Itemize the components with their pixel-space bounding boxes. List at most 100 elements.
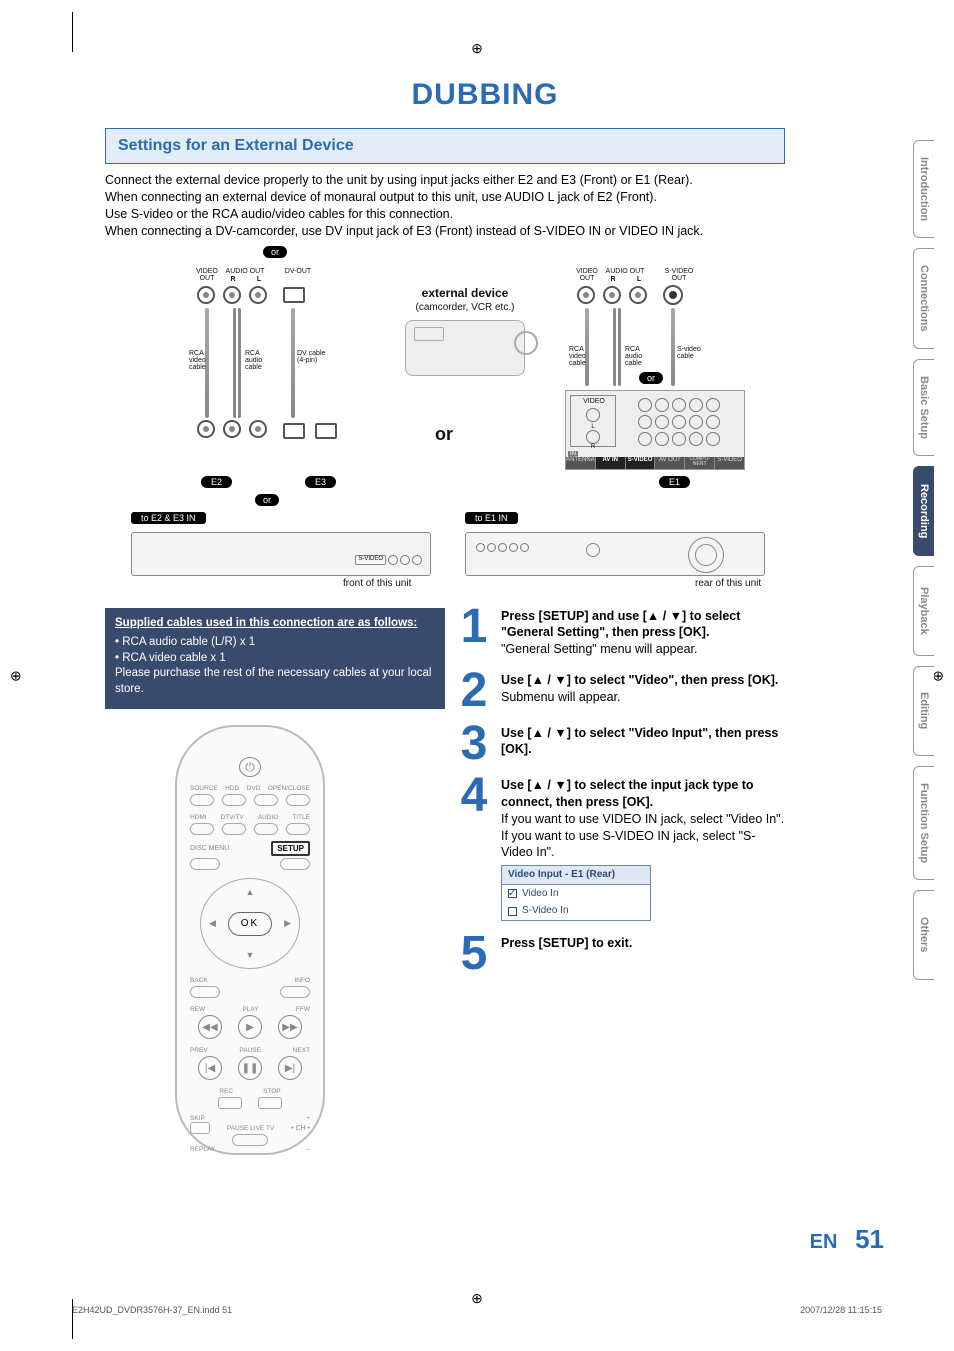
- label-dv-out: DV-OUT: [281, 268, 315, 275]
- step-bold: Use [▲ / ▼] to select the input jack typ…: [501, 778, 754, 809]
- remote-label: PREV: [190, 1047, 208, 1054]
- to-e2e3-tag: to E2 & E3 IN: [131, 512, 206, 524]
- remote-label: FFW: [296, 1006, 310, 1013]
- remote-label: DVD: [247, 785, 261, 792]
- or-pill-3: or: [639, 372, 663, 384]
- video-out-port-2: [577, 286, 595, 304]
- label-audio-out: AUDIO OUT: [225, 268, 265, 275]
- remote-label: NEXT: [293, 1047, 310, 1054]
- video-input-menu: Video Input - E1 (Rear) Video In S-Video…: [501, 865, 651, 921]
- tab-recording[interactable]: Recording: [913, 466, 934, 556]
- remote-label: PLAY: [242, 1006, 258, 1013]
- checkbox-icon: [508, 907, 517, 916]
- intro-line: Use S-video or the RCA audio/video cable…: [105, 206, 865, 223]
- page-content: DUBBING Settings for an External Device …: [105, 78, 865, 1155]
- remote-label: BACK: [190, 977, 208, 984]
- section-heading: Settings for an External Device: [105, 128, 785, 164]
- remote-label: DTV/TV: [221, 814, 244, 821]
- rear-jack-panel: VIDEO L R IN ANTENNA AV IN S-VIDEO AV OU…: [565, 390, 745, 470]
- steps-column: 1 Press [SETUP] and use [▲ / ▼] to selec…: [455, 608, 785, 1156]
- step-2: 2 Use [▲ / ▼] to select "Video", then pr…: [455, 672, 785, 710]
- menu-option: Video In: [522, 887, 559, 901]
- intro-text: Connect the external device properly to …: [105, 172, 865, 240]
- label-video-out: VIDEO OUT: [193, 268, 221, 282]
- video-out-port: [197, 286, 215, 304]
- step-bold: Use [▲ / ▼] to select "Video Input", the…: [501, 726, 778, 757]
- front-unit-illustration: S-VIDEO: [131, 532, 431, 576]
- tab-connections[interactable]: Connections: [913, 248, 934, 349]
- tab-function-setup[interactable]: Function Setup: [913, 766, 934, 880]
- external-device-label: external device: [395, 286, 535, 300]
- remote-label: REC: [219, 1088, 233, 1095]
- camcorder-illustration: [405, 320, 525, 376]
- label-rca-audio: RCA audio cable: [245, 350, 275, 371]
- remote-control-illustration: ⏻ SOURCE HDD DVD OPEN/CLOSE HDMI DTV/TV …: [175, 725, 325, 1155]
- rear-lbl: VIDEO: [575, 398, 613, 405]
- e1-badge: E1: [659, 476, 690, 488]
- ok-button: OK: [228, 912, 272, 936]
- rca-audio-cable: [233, 308, 241, 418]
- e3-badge: E3: [305, 476, 336, 488]
- label-r2: R: [607, 276, 619, 283]
- step-rest: Submenu will appear.: [501, 690, 621, 704]
- page-number: 51: [855, 1224, 884, 1254]
- tab-playback[interactable]: Playback: [913, 566, 934, 656]
- step-1: 1 Press [SETUP] and use [▲ / ▼] to selec…: [455, 608, 785, 659]
- intro-line: Connect the external device properly to …: [105, 172, 865, 189]
- step-rest: If you want to use VIDEO IN jack, select…: [501, 812, 784, 826]
- audio-r-port: [223, 286, 241, 304]
- supplied-cables-note: Supplied cables used in this connection …: [105, 608, 445, 710]
- rear-unit-illustration: [465, 532, 765, 576]
- rear-lbl: S-VIDEO: [626, 457, 656, 469]
- label-svideo-out: S-VIDEO OUT: [661, 268, 697, 282]
- rear-lbl: L: [571, 424, 615, 430]
- step-number: 1: [455, 608, 493, 659]
- e2-badge: E2: [201, 476, 232, 488]
- step-bold: Use [▲ / ▼] to select "Video", then pres…: [501, 673, 778, 687]
- step-bold: Press [SETUP] and use [▲ / ▼] to select …: [501, 609, 740, 640]
- tab-introduction[interactable]: Introduction: [913, 140, 934, 238]
- label-rca-video: RCA video cable: [189, 350, 219, 371]
- tab-others[interactable]: Others: [913, 890, 934, 980]
- remote-label: INFO: [294, 977, 310, 984]
- rear-lbl: AV IN: [596, 457, 626, 469]
- external-device-sublabel: (camcorder, VCR etc.): [395, 302, 535, 313]
- remote-label: PAUSE: [239, 1047, 261, 1054]
- step-rest: If you want to use S-VIDEO IN jack, sele…: [501, 829, 756, 860]
- label-l2: L: [633, 276, 645, 283]
- step-4: 4 Use [▲ / ▼] to select the input jack t…: [455, 777, 785, 921]
- step-number: 5: [455, 935, 493, 973]
- menu-option: S-Video In: [522, 904, 569, 918]
- language-code: EN: [810, 1231, 838, 1253]
- step-3: 3 Use [▲ / ▼] to select "Video Input", t…: [455, 725, 785, 763]
- intro-line: When connecting a DV-camcorder, use DV i…: [105, 223, 865, 240]
- imprint-timestamp: 2007/12/28 11:15:15: [800, 1305, 882, 1315]
- dv-cable: [291, 308, 295, 418]
- label-svideo-cable: S-video cable: [677, 346, 713, 360]
- e3-dv-port: [283, 423, 305, 439]
- remote-label: REW: [190, 1006, 205, 1013]
- rear-lbl: R: [571, 444, 615, 450]
- step-5: 5 Press [SETUP] to exit.: [455, 935, 785, 973]
- step-number: 2: [455, 672, 493, 710]
- rear-lbl: S-VIDEO: [715, 457, 744, 469]
- front-caption: front of this unit: [343, 578, 411, 589]
- menu-row: Video In: [502, 885, 650, 903]
- audio-l-port-2: [629, 286, 647, 304]
- intro-line: When connecting an external device of mo…: [105, 189, 865, 206]
- remote-label: REPLAY: [190, 1146, 215, 1153]
- imprint-file: E2H42UD_DVDR3576H-37_EN.indd 51: [72, 1305, 232, 1315]
- remote-label: • CH •: [291, 1125, 310, 1132]
- rear-caption: rear of this unit: [695, 578, 761, 589]
- tab-editing[interactable]: Editing: [913, 666, 934, 756]
- remote-label: TITLE: [292, 814, 310, 821]
- crop-mark: [72, 12, 73, 52]
- tab-basic-setup[interactable]: Basic Setup: [913, 359, 934, 456]
- label-audio-out-r: AUDIO OUT: [605, 268, 645, 275]
- dpad: ▲ ▼ ◀ ▶ OK: [200, 878, 300, 969]
- remote-label: PAUSE LIVE TV: [227, 1125, 274, 1132]
- svideo-cable: [671, 308, 675, 386]
- registration-mark-top: ⊕: [471, 40, 483, 57]
- step-bold: Press [SETUP] to exit.: [501, 936, 632, 950]
- imprint-line: E2H42UD_DVDR3576H-37_EN.indd 51 2007/12/…: [72, 1305, 882, 1315]
